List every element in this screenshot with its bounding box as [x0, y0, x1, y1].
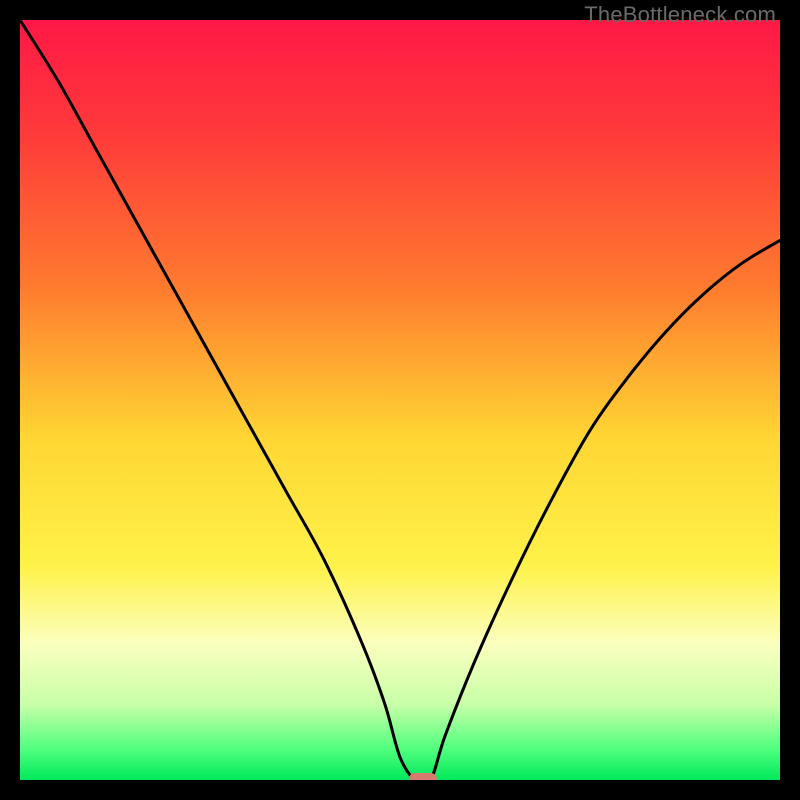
optimal-point-marker [409, 773, 437, 780]
bottleneck-chart [20, 20, 780, 780]
gradient-background [20, 20, 780, 780]
watermark-text: TheBottleneck.com [584, 2, 776, 28]
chart-frame [20, 20, 780, 780]
